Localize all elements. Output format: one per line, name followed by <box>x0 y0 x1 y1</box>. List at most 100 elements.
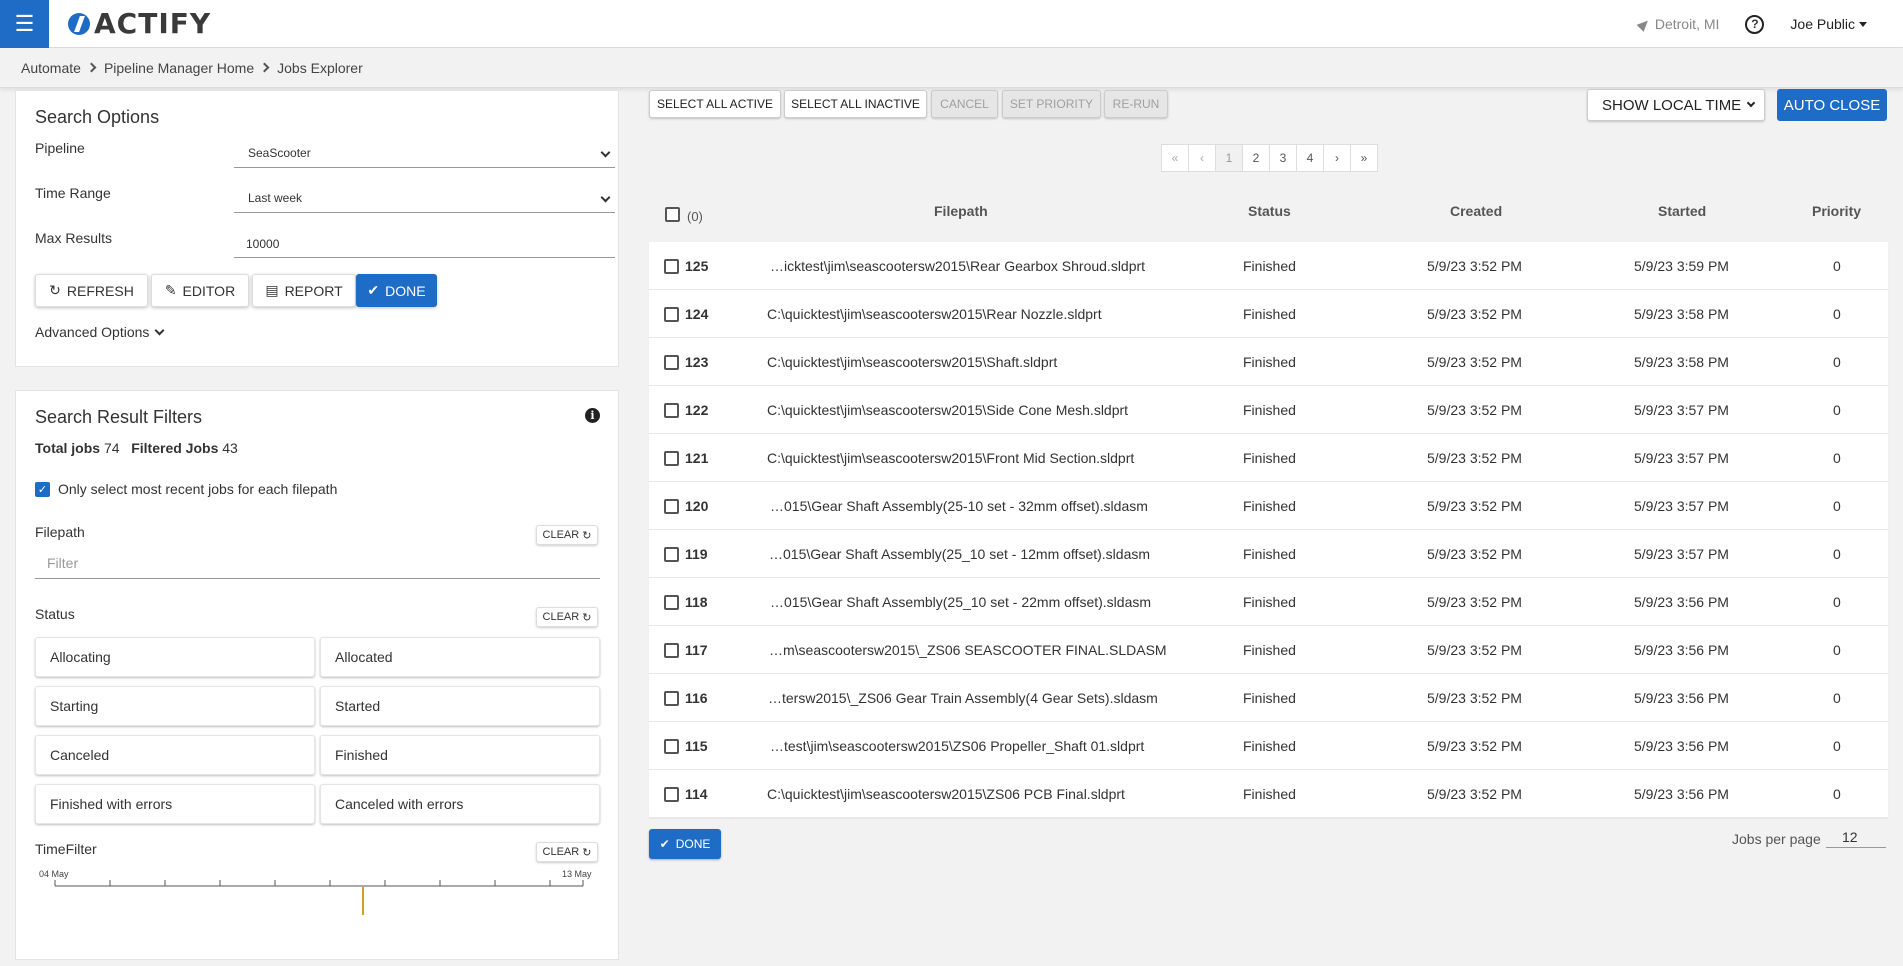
refresh-button[interactable]: ↻ REFRESH <box>35 274 148 307</box>
job-started: 5/9/23 3:56 PM <box>1634 738 1729 754</box>
pager-page-4[interactable]: 4 <box>1296 144 1324 172</box>
job-status: Finished <box>1243 642 1296 658</box>
row-checkbox[interactable] <box>664 643 679 658</box>
job-filepath: C:\quicktest\jim\seascootersw2015\Shaft.… <box>767 354 1058 370</box>
row-checkbox[interactable] <box>664 691 679 706</box>
status-chip-starting[interactable]: Starting <box>35 686 315 726</box>
recent-only-checkbox-row[interactable]: ✓ Only select most recent jobs for each … <box>35 481 337 497</box>
job-id: 116 <box>685 690 708 706</box>
pager-page-3[interactable]: 3 <box>1269 144 1297 172</box>
info-icon[interactable]: i <box>585 408 600 423</box>
table-row[interactable]: 122 C:\quicktest\jim\seascootersw2015\Si… <box>649 386 1888 434</box>
table-row[interactable]: 121 C:\quicktest\jim\seascootersw2015\Fr… <box>649 434 1888 482</box>
report-button[interactable]: ▤ REPORT <box>252 274 356 307</box>
job-started: 5/9/23 3:56 PM <box>1634 594 1729 610</box>
pipeline-select[interactable]: SeaScooter <box>234 142 615 168</box>
column-filepath[interactable]: Filepath <box>934 203 988 219</box>
time-mode-select[interactable]: SHOW LOCAL TIME <box>1587 89 1765 121</box>
table-row[interactable]: 115 …test\jim\seascootersw2015\ZS06 Prop… <box>649 722 1888 770</box>
editor-button[interactable]: ✎ EDITOR <box>151 274 249 307</box>
status-chip-canceled[interactable]: Canceled <box>35 735 315 775</box>
table-row[interactable]: 118 …015\Gear Shaft Assembly(25_10 set -… <box>649 578 1888 626</box>
advanced-options-toggle[interactable]: Advanced Options <box>35 324 165 340</box>
jobs-per-page-input[interactable]: 12 <box>1826 827 1886 848</box>
filepath-filter-input[interactable]: Filter <box>35 549 600 579</box>
table-row[interactable]: 125 …icktest\jim\seascootersw2015\Rear G… <box>649 242 1888 290</box>
job-priority: 0 <box>1833 306 1841 322</box>
row-checkbox[interactable] <box>664 547 679 562</box>
status-chip-canceled-with-errors[interactable]: Canceled with errors <box>320 784 600 824</box>
job-id: 114 <box>685 786 708 802</box>
pager-page-1[interactable]: 1 <box>1215 144 1243 172</box>
pipeline-label: Pipeline <box>35 140 85 156</box>
row-checkbox[interactable] <box>664 259 679 274</box>
job-id: 115 <box>685 738 708 754</box>
row-checkbox[interactable] <box>664 451 679 466</box>
table-row[interactable]: 124 C:\quicktest\jim\seascootersw2015\Re… <box>649 290 1888 338</box>
status-chip-finished[interactable]: Finished <box>320 735 600 775</box>
done-button[interactable]: ✔ DONE <box>356 274 437 307</box>
column-started[interactable]: Started <box>1658 203 1706 219</box>
select-all-inactive-button[interactable]: SELECT ALL INACTIVE <box>784 90 927 118</box>
column-created[interactable]: Created <box>1450 203 1502 219</box>
select-all-checkbox[interactable] <box>665 207 680 222</box>
recent-only-checkbox[interactable]: ✓ <box>35 481 50 497</box>
status-clear-button[interactable]: CLEAR ↻ <box>536 607 598 627</box>
table-row[interactable]: 120 …015\Gear Shaft Assembly(25-10 set -… <box>649 482 1888 530</box>
time-range-label: Time Range <box>35 185 111 201</box>
chevron-down-icon <box>154 325 165 335</box>
row-checkbox[interactable] <box>664 787 679 802</box>
job-created: 5/9/23 3:52 PM <box>1427 594 1522 610</box>
row-checkbox[interactable] <box>664 499 679 514</box>
actify-logo[interactable]: ACTIFY <box>68 7 211 40</box>
timefilter-timeline[interactable]: 04 May 13 May <box>35 869 605 929</box>
question-circle-icon[interactable]: ? <box>1745 14 1765 34</box>
select-all-active-button[interactable]: SELECT ALL ACTIVE <box>649 90 781 118</box>
pager-last[interactable]: » <box>1350 144 1378 172</box>
job-filepath: …test\jim\seascootersw2015\ZS06 Propelle… <box>770 738 1145 754</box>
pager-first[interactable]: « <box>1161 144 1189 172</box>
pager-prev[interactable]: ‹ <box>1188 144 1216 172</box>
time-range-select[interactable]: Last week <box>234 187 615 213</box>
job-priority: 0 <box>1833 738 1841 754</box>
top-bar: ☰ ACTIFY Detroit, MI ? Joe Public <box>0 0 1903 48</box>
table-row[interactable]: 116 …tersw2015\_ZS06 Gear Train Assembly… <box>649 674 1888 722</box>
footer-done-button[interactable]: ✔ DONE <box>649 829 721 859</box>
pager-page-2[interactable]: 2 <box>1242 144 1270 172</box>
status-chip-started[interactable]: Started <box>320 686 600 726</box>
breadcrumb-pipeline-manager[interactable]: Pipeline Manager Home <box>104 60 254 76</box>
column-priority[interactable]: Priority <box>1812 203 1861 219</box>
table-row[interactable]: 114 C:\quicktest\jim\seascootersw2015\ZS… <box>649 770 1888 818</box>
job-priority: 0 <box>1833 450 1841 466</box>
set-priority-button[interactable]: SET PRIORITY <box>1002 90 1101 118</box>
job-filepath: …m\seascootersw2015\_ZS06 SEASCOOTER FIN… <box>769 642 1167 658</box>
status-chip-allocated[interactable]: Allocated <box>320 637 600 677</box>
location-text: Detroit, MI <box>1654 16 1720 32</box>
hamburger-icon[interactable]: ☰ <box>0 0 49 48</box>
job-created: 5/9/23 3:52 PM <box>1427 402 1522 418</box>
user-menu[interactable]: Joe Public <box>1790 16 1867 32</box>
timefilter-clear-button[interactable]: CLEAR ↻ <box>536 842 598 862</box>
column-status[interactable]: Status <box>1248 203 1291 219</box>
rerun-button[interactable]: RE-RUN <box>1104 90 1168 118</box>
table-row[interactable]: 119 …015\Gear Shaft Assembly(25_10 set -… <box>649 530 1888 578</box>
pencil-icon: ✎ <box>164 282 177 298</box>
row-checkbox[interactable] <box>664 403 679 418</box>
status-chip-allocating[interactable]: Allocating <box>35 637 315 677</box>
table-row[interactable]: 123 C:\quicktest\jim\seascootersw2015\Sh… <box>649 338 1888 386</box>
cancel-button[interactable]: CANCEL <box>931 90 998 118</box>
max-results-input[interactable]: 10000 <box>234 232 615 258</box>
row-checkbox[interactable] <box>664 355 679 370</box>
clear-label: CLEAR <box>542 529 580 541</box>
pager-next[interactable]: › <box>1323 144 1351 172</box>
report-icon: ▤ <box>265 282 279 298</box>
filepath-clear-button[interactable]: CLEAR ↻ <box>536 525 598 545</box>
row-checkbox[interactable] <box>664 739 679 754</box>
job-id: 125 <box>685 258 709 274</box>
breadcrumb-automate[interactable]: Automate <box>21 60 81 76</box>
row-checkbox[interactable] <box>664 307 679 322</box>
table-row[interactable]: 117 …m\seascootersw2015\_ZS06 SEASCOOTER… <box>649 626 1888 674</box>
auto-close-button[interactable]: AUTO CLOSE <box>1777 89 1887 121</box>
status-chip-finished-with-errors[interactable]: Finished with errors <box>35 784 315 824</box>
row-checkbox[interactable] <box>664 595 679 610</box>
